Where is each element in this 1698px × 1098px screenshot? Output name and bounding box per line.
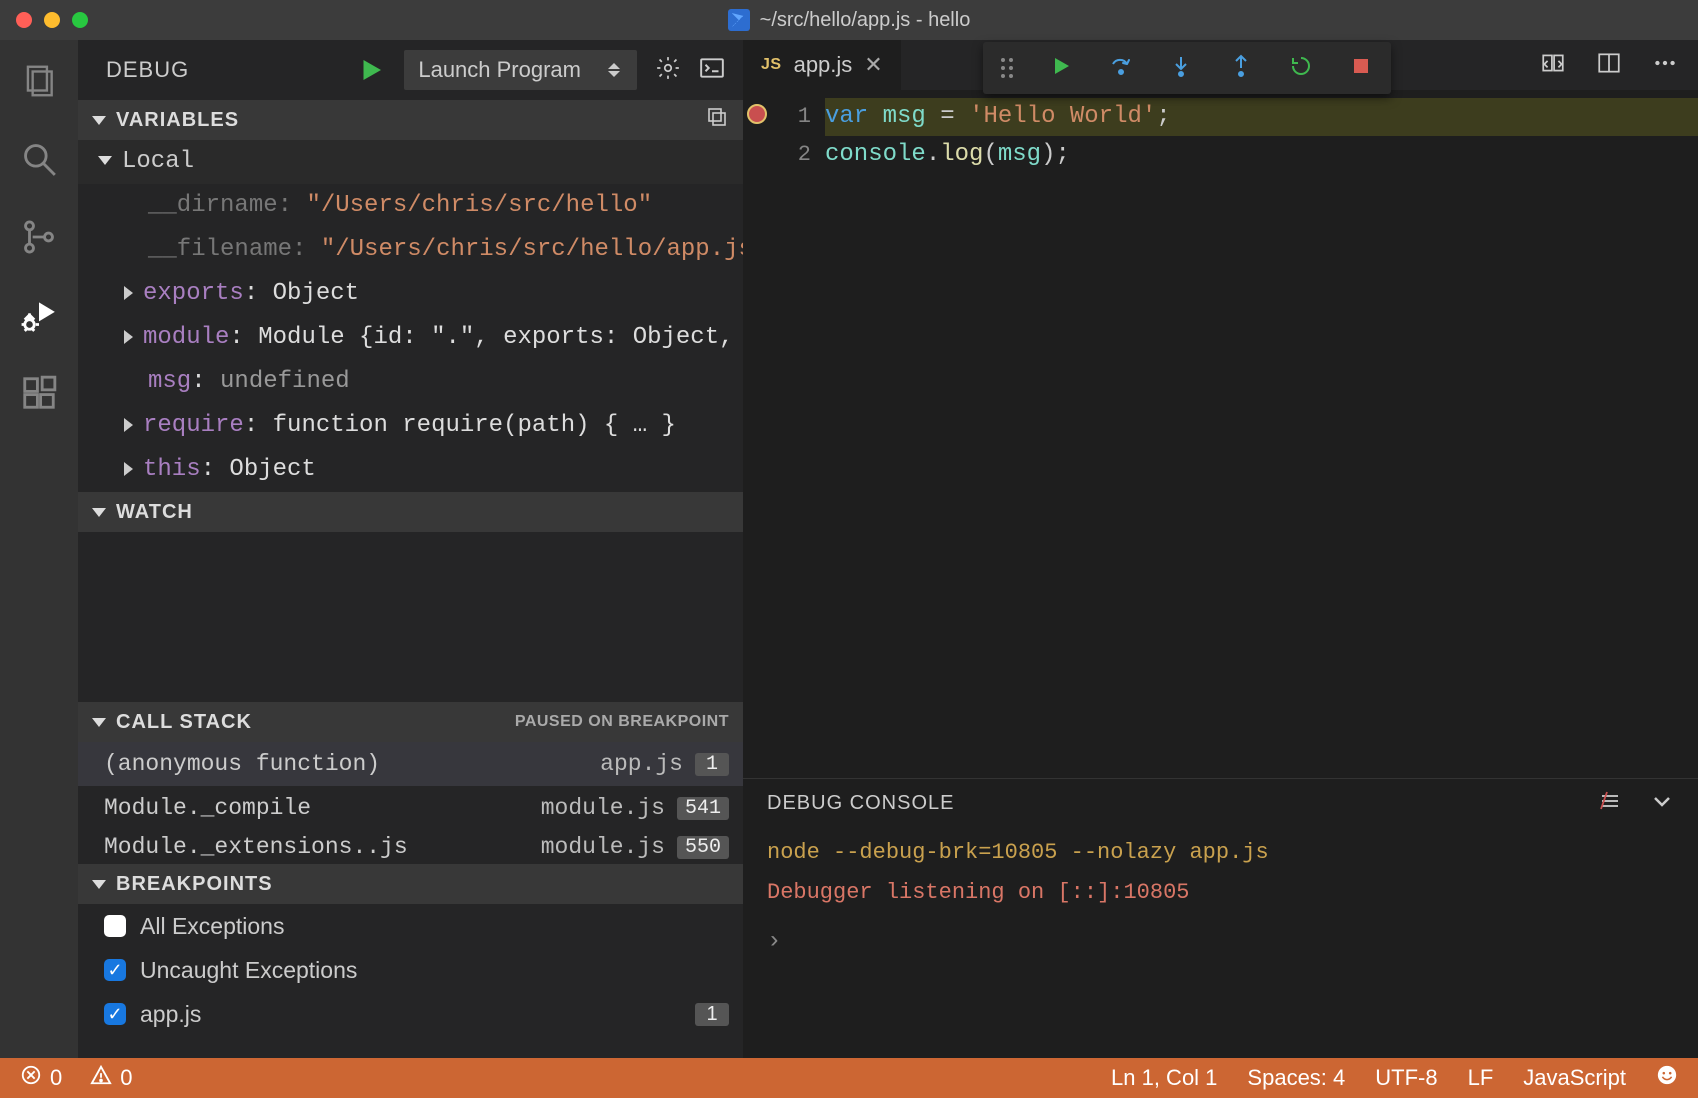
chevron-down-icon: [92, 880, 106, 889]
debug-console-panel: DEBUG CONSOLE node --debug-brk=10805 --n…: [743, 778, 1698, 1058]
breakpoint-row[interactable]: ✓ app.js 1: [78, 992, 743, 1036]
checkbox[interactable]: ✓: [104, 959, 126, 981]
variable-row[interactable]: module: Module {id: ".", exports: Object…: [78, 316, 743, 360]
chevron-down-icon: [98, 156, 112, 165]
variable-row[interactable]: require: function require(path) { … }: [78, 404, 743, 448]
status-indent[interactable]: Spaces: 4: [1247, 1065, 1345, 1091]
drag-handle-icon[interactable]: [1001, 58, 1013, 78]
breakpoint-glyph-icon[interactable]: [747, 104, 767, 124]
close-window-button[interactable]: [16, 12, 32, 28]
search-icon[interactable]: [20, 140, 58, 178]
variable-row[interactable]: msg: undefined: [78, 360, 743, 404]
watch-body: [78, 532, 743, 702]
variable-row[interactable]: this: Object: [78, 448, 743, 492]
debug-icon[interactable]: [20, 296, 58, 334]
scope-local[interactable]: Local: [78, 140, 743, 184]
restart-button[interactable]: [1289, 54, 1313, 83]
source-control-icon[interactable]: [20, 218, 58, 256]
tabbar: JS app.js ✕: [743, 40, 1698, 90]
variables-label: VARIABLES: [116, 109, 239, 132]
step-out-button[interactable]: [1229, 54, 1253, 83]
chevron-right-icon: [124, 330, 133, 344]
debug-console-toggle-button[interactable]: [699, 55, 725, 86]
variables-section-header[interactable]: VARIABLES: [78, 100, 743, 140]
continue-button[interactable]: [1049, 54, 1073, 83]
watch-label: WATCH: [116, 501, 193, 524]
stack-frame[interactable]: (anonymous function) app.js 1: [78, 742, 743, 786]
debug-config-select[interactable]: Launch Program: [404, 50, 637, 90]
tab-title: app.js: [794, 52, 853, 78]
titlebar: ~/src/hello/app.js - hello: [0, 0, 1698, 40]
minimize-window-button[interactable]: [44, 12, 60, 28]
line-number: 1: [771, 98, 811, 136]
clear-console-button[interactable]: [1598, 789, 1622, 818]
collapse-icon[interactable]: [705, 105, 729, 135]
variable-row[interactable]: __filename: "/Users/chris/src/hello/app.…: [78, 228, 743, 272]
extensions-icon[interactable]: [20, 374, 58, 412]
chevron-down-icon: [92, 508, 106, 517]
close-icon[interactable]: ✕: [864, 52, 882, 78]
window-title: ~/src/hello/app.js - hello: [760, 9, 971, 32]
chevron-down-icon: [92, 116, 106, 125]
status-warnings[interactable]: 0: [90, 1064, 132, 1092]
debug-toolbar[interactable]: [983, 42, 1391, 94]
variable-row[interactable]: exports: Object: [78, 272, 743, 316]
chevron-right-icon: [124, 418, 133, 432]
stop-button[interactable]: [1349, 54, 1373, 83]
chevron-right-icon: [124, 286, 133, 300]
breakpoint-row[interactable]: All Exceptions: [78, 904, 743, 948]
callstack-status: PAUSED ON BREAKPOINT: [515, 713, 729, 731]
status-errors[interactable]: 0: [20, 1064, 62, 1092]
panel-title: DEBUG CONSOLE: [767, 792, 954, 815]
breakpoints-label: BREAKPOINTS: [116, 873, 273, 896]
console-input[interactable]: ›: [743, 919, 1698, 963]
checkbox[interactable]: ✓: [104, 1003, 126, 1025]
editor-tab[interactable]: JS app.js ✕: [743, 40, 901, 90]
chevron-right-icon: [124, 462, 133, 476]
status-cursor[interactable]: Ln 1, Col 1: [1111, 1065, 1217, 1091]
start-debug-button[interactable]: [356, 55, 386, 85]
stack-frame[interactable]: Module._extensions..js module.js 550: [78, 830, 743, 864]
callstack-section-header[interactable]: CALL STACK PAUSED ON BREAKPOINT: [78, 702, 743, 742]
code-line[interactable]: var msg = 'Hello World';: [825, 98, 1698, 136]
line-number: 2: [771, 136, 811, 174]
zoom-window-button[interactable]: [72, 12, 88, 28]
statusbar: 0 0 Ln 1, Col 1 Spaces: 4 UTF-8 LF JavaS…: [0, 1058, 1698, 1098]
step-into-button[interactable]: [1169, 54, 1193, 83]
js-icon: JS: [761, 56, 782, 74]
status-language[interactable]: JavaScript: [1523, 1065, 1626, 1091]
code-line[interactable]: console.log(msg);: [825, 136, 1698, 174]
debug-sidebar: DEBUG Launch Program VARIABLES Local __d…: [78, 40, 743, 1058]
chevron-down-icon: [92, 718, 106, 727]
activitybar: [0, 40, 78, 1058]
console-line: Debugger listening on [::]:10805: [767, 873, 1674, 913]
stack-frame[interactable]: Module._compile module.js 541: [78, 786, 743, 830]
checkbox[interactable]: [104, 915, 126, 937]
variable-row[interactable]: __dirname: "/Users/chris/src/hello": [78, 184, 743, 228]
vscode-icon: [728, 9, 750, 31]
watch-section-header[interactable]: WATCH: [78, 492, 743, 532]
panel-chevron-icon[interactable]: [1650, 789, 1674, 818]
debug-config-selected: Launch Program: [418, 57, 581, 83]
editor-body[interactable]: 1 2 var msg = 'Hello World'; console.log…: [743, 90, 1698, 174]
sidebar-title: DEBUG: [106, 57, 189, 83]
compare-icon[interactable]: [1540, 50, 1566, 81]
step-over-button[interactable]: [1109, 54, 1133, 83]
window-controls: [16, 12, 88, 28]
status-encoding[interactable]: UTF-8: [1375, 1065, 1437, 1091]
feedback-icon[interactable]: [1656, 1064, 1678, 1092]
more-icon[interactable]: [1652, 50, 1678, 81]
explorer-icon[interactable]: [20, 62, 58, 100]
select-caret-icon: [605, 61, 623, 79]
status-eol[interactable]: LF: [1468, 1065, 1494, 1091]
debug-settings-button[interactable]: [655, 55, 681, 86]
breakpoint-row[interactable]: ✓ Uncaught Exceptions: [78, 948, 743, 992]
callstack-label: CALL STACK: [116, 711, 252, 734]
split-editor-icon[interactable]: [1596, 50, 1622, 81]
breakpoints-section-header[interactable]: BREAKPOINTS: [78, 864, 743, 904]
console-line: node --debug-brk=10805 --nolazy app.js: [767, 833, 1674, 873]
